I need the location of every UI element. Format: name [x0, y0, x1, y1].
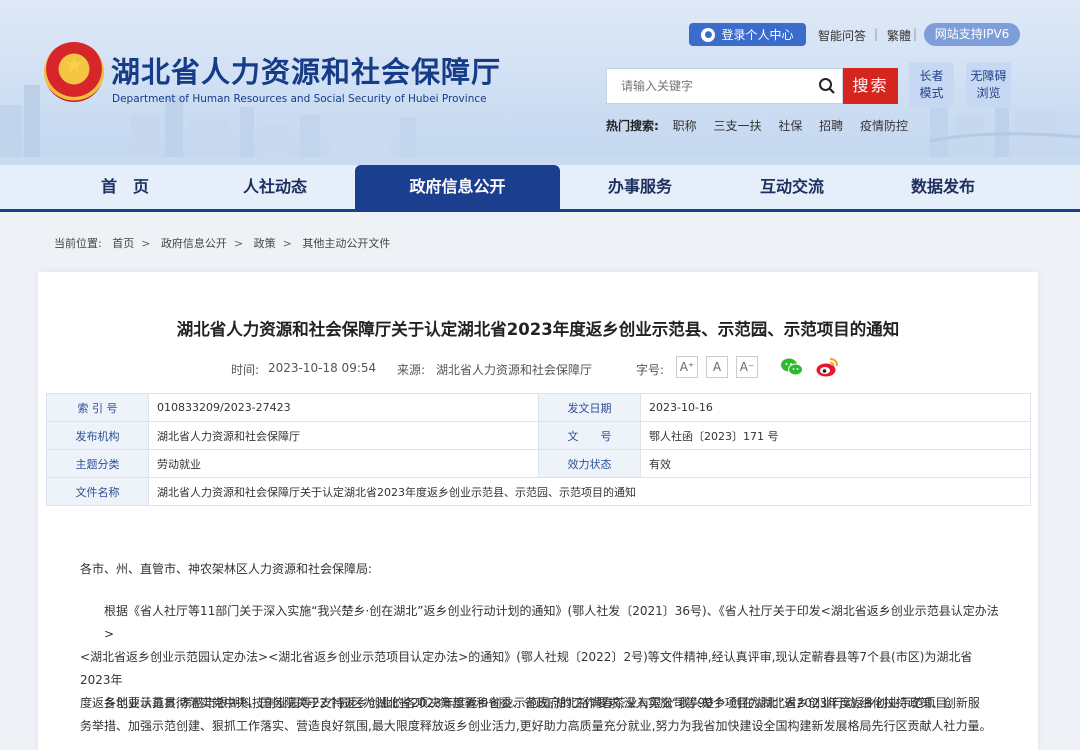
table-row: 文件名称 湖北省人力资源和社会保障厅关于认定湖北省2023年度返乡创业示范县、示…	[46, 477, 1031, 506]
article-card: 湖北省人力资源和社会保障厅关于认定湖北省2023年度返乡创业示范县、示范园、示范…	[38, 272, 1038, 750]
org-label: 发布机构	[46, 421, 149, 450]
ipv6-badge: 网站支持IPV6	[924, 23, 1020, 46]
status-label: 效力状态	[538, 449, 641, 478]
hot-search: 热门搜索: 职称 三支一扶 社保 招聘 疫情防控	[606, 117, 921, 134]
main-nav: 首 页 人社动态 政府信息公开 办事服务 互动交流 数据发布	[0, 165, 1080, 212]
paragraph-1-line-2: <湖北省返乡创业示范园认定办法><湖北省返乡创业示范项目认定办法>的通知》(鄂人…	[80, 650, 973, 687]
table-row: 主题分类 劳动就业 效力状态 有效	[46, 449, 1031, 478]
search-box	[606, 68, 843, 104]
smart-qa-link[interactable]: 智能问答	[818, 27, 866, 44]
site-subtitle: Department of Human Resources and Social…	[112, 93, 487, 105]
breadcrumb-policy[interactable]: 政策	[254, 237, 276, 250]
accessible-mode-label-2: 浏览	[976, 86, 1001, 100]
filename-value: 湖北省人力资源和社会保障厅关于认定湖北省2023年度返乡创业示范县、示范园、示范…	[148, 477, 1031, 506]
national-emblem-logo: ★	[44, 42, 104, 102]
site-title: 湖北省人力资源和社会保障厅	[111, 55, 502, 89]
font-normal-button[interactable]: A	[706, 356, 728, 378]
topic-value: 劳动就业	[148, 449, 539, 478]
paragraph-2-line-2: 务举措、加强示范创建、狠抓工作落实、营造良好氛围,最大限度释放返乡创业活力,更好…	[80, 719, 992, 733]
accessible-mode-label-1: 无障碍	[970, 69, 1007, 83]
login-personal-center-button[interactable]: ● 登录个人中心	[689, 23, 806, 46]
table-row: 索 引 号 010833209/2023-27423 发文日期 2023-10-…	[46, 393, 1031, 422]
elder-mode-label-1: 长者	[919, 69, 944, 83]
login-label: 登录个人中心	[721, 28, 794, 42]
font-larger-button[interactable]: A⁺	[676, 356, 698, 378]
status-value: 有效	[640, 449, 1031, 478]
salutation: 各市、州、直管市、神农架林区人力资源和社会保障局:	[80, 562, 373, 576]
fontsize-label: 字号:	[636, 363, 665, 377]
weibo-share-icon[interactable]	[815, 356, 839, 378]
wechat-share-icon[interactable]	[780, 356, 804, 378]
accessible-mode-button[interactable]: 无障碍 浏览	[966, 62, 1011, 108]
nav-data[interactable]: 数据发布	[872, 165, 1014, 209]
search-button[interactable]: 搜索	[843, 68, 898, 104]
nav-news[interactable]: 人社动态	[205, 165, 345, 209]
divider: |	[874, 27, 879, 41]
hot-term-sanzhi[interactable]: 三支一扶	[713, 119, 761, 133]
breadcrumb: 当前位置: 首页 > 政府信息公开 > 政策 > 其他主动公开文件	[54, 237, 391, 250]
docno-value: 鄂人社函〔2023〕171 号	[640, 421, 1031, 450]
article-title: 湖北省人力资源和社会保障厅关于认定湖北省2023年度返乡创业示范县、示范园、示范…	[176, 320, 900, 339]
nav-services[interactable]: 办事服务	[570, 165, 710, 209]
nav-interaction[interactable]: 互动交流	[722, 165, 862, 209]
site-header: ★ 湖北省人力资源和社会保障厅 Department of Human Reso…	[0, 0, 1080, 165]
elder-mode-button[interactable]: 长者 模式	[909, 62, 954, 108]
breadcrumb-label: 当前位置:	[54, 237, 102, 250]
traditional-chinese-link[interactable]: 繁體	[887, 27, 911, 44]
user-icon: ●	[701, 27, 716, 42]
nav-home[interactable]: 首 页	[60, 165, 190, 209]
document-info-table: 索 引 号 010833209/2023-27423 发文日期 2023-10-…	[46, 393, 1031, 506]
date-value: 2023-10-16	[640, 393, 1031, 422]
paragraph-2: 各地要认真贯彻落实党中央、国务院关于支持返乡创业的各项决策部署和省委、省政府的工…	[80, 692, 1000, 738]
table-row: 发布机构 湖北省人力资源和社会保障厅 文 号 鄂人社函〔2023〕171 号	[46, 421, 1031, 450]
source-label: 来源:	[397, 363, 426, 377]
topic-label: 主题分类	[46, 449, 149, 478]
breadcrumb-gov-info[interactable]: 政府信息公开	[161, 237, 227, 250]
nav-gov-info[interactable]: 政府信息公开	[355, 165, 560, 209]
search-icon[interactable]	[818, 77, 836, 95]
org-value: 湖北省人力资源和社会保障厅	[148, 421, 539, 450]
hot-term-epidemic[interactable]: 疫情防控	[860, 119, 908, 133]
filename-label: 文件名称	[46, 477, 149, 506]
divider: |	[913, 27, 918, 41]
index-label: 索 引 号	[46, 393, 149, 422]
breadcrumb-home[interactable]: 首页	[112, 237, 134, 250]
hot-term-social-security[interactable]: 社保	[778, 119, 802, 133]
source-value: 湖北省人力资源和社会保障厅	[436, 363, 593, 377]
hot-term-recruitment[interactable]: 招聘	[819, 119, 843, 133]
elder-mode-label-2: 模式	[919, 86, 944, 100]
hot-term-title[interactable]: 职称	[673, 119, 697, 133]
font-smaller-button[interactable]: A⁻	[736, 356, 758, 378]
docno-label: 文 号	[538, 421, 641, 450]
time-label: 时间:	[231, 363, 260, 377]
search-input[interactable]	[607, 69, 807, 103]
breadcrumb-other-files[interactable]: 其他主动公开文件	[302, 237, 390, 250]
hot-search-label: 热门搜索:	[606, 119, 659, 133]
index-value: 010833209/2023-27423	[148, 393, 539, 422]
publish-time: 2023-10-18 09:54	[268, 361, 377, 375]
paragraph-2-line-1: 各地要认真贯彻落实党中央、国务院关于支持返乡创业的各项决策部署和省委、省政府的工…	[104, 696, 980, 710]
date-label: 发文日期	[538, 393, 641, 422]
paragraph-1-line-1: 根据《省人社厅等11部门关于深入实施“我兴楚乡·创在湖北”返乡创业行动计划的通知…	[104, 604, 999, 641]
